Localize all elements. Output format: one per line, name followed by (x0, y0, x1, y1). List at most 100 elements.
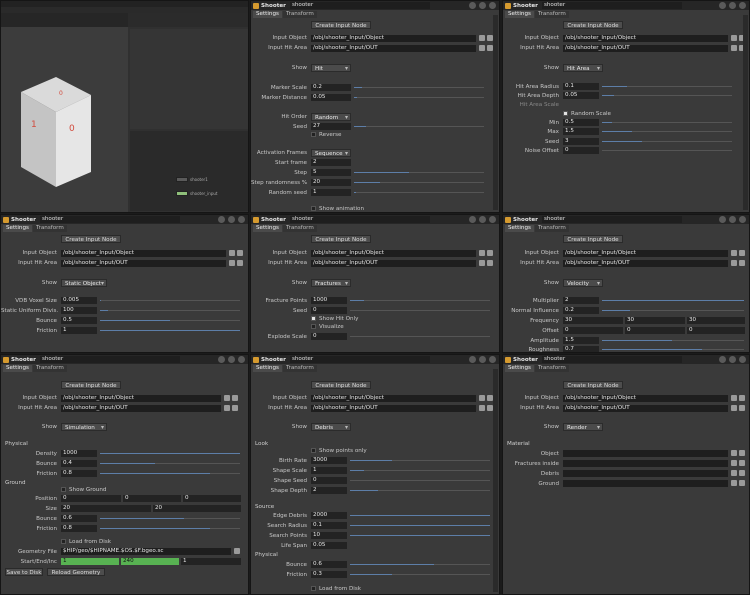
edge-slider[interactable] (350, 515, 490, 516)
gear-icon[interactable] (469, 356, 476, 363)
op-chooser-icon[interactable] (731, 260, 737, 266)
op-chooser-icon[interactable] (479, 45, 485, 51)
min-field[interactable]: 0.5 (563, 119, 599, 126)
random-seed-slider[interactable] (354, 192, 484, 193)
op-chooser-icon[interactable] (479, 35, 485, 41)
jump-icon[interactable] (739, 480, 745, 486)
bounce-field[interactable]: 0.4 (61, 460, 97, 467)
jump-icon[interactable] (237, 260, 243, 266)
node-name-field[interactable]: shooter (541, 2, 682, 9)
friction-field[interactable]: 0.3 (311, 571, 347, 578)
ground-friction-field[interactable]: 0.8 (61, 525, 97, 532)
jump-icon[interactable] (739, 470, 745, 476)
jump-icon[interactable] (739, 405, 745, 411)
friction-slider[interactable] (350, 574, 490, 575)
load-disk-checkbox[interactable] (61, 539, 66, 544)
tab-settings[interactable]: Settings (3, 365, 32, 372)
size-x-field[interactable]: 20 (61, 505, 151, 512)
create-input-button[interactable]: Create Input Node (61, 235, 121, 243)
step-rand-slider[interactable] (354, 182, 484, 183)
jump-icon[interactable] (739, 260, 745, 266)
op-chooser-icon[interactable] (479, 395, 485, 401)
normal-field[interactable]: 0.2 (563, 307, 599, 314)
geo-file-field[interactable]: $HIP/geo/$HIPNAME.$OS.$F.bgeo.sc (61, 548, 231, 555)
input-hit-field[interactable]: /obj/shooter_Input/OUT (311, 405, 476, 412)
fractures-material-field[interactable] (563, 460, 728, 467)
seed-field[interactable]: 27 (311, 123, 351, 130)
gear-icon[interactable] (719, 216, 726, 223)
sdf-slider[interactable] (100, 310, 240, 311)
show-menu[interactable]: Simulation (61, 423, 107, 432)
gear-icon[interactable] (719, 2, 726, 9)
node-name-field[interactable]: shooter (289, 356, 430, 363)
rough-field[interactable]: 0.7 (563, 346, 599, 352)
density-field[interactable]: 1000 (61, 450, 97, 457)
info-icon[interactable] (238, 356, 245, 363)
create-input-button[interactable]: Create Input Node (563, 21, 623, 29)
tab-transform[interactable]: Transform (282, 365, 317, 372)
marker-scale-slider[interactable] (354, 87, 484, 88)
scrollbar[interactable] (743, 15, 748, 210)
ground-material-field[interactable] (563, 480, 728, 487)
op-chooser-icon[interactable] (731, 460, 737, 466)
input-object-field[interactable]: /obj/shooter_Input/Object (311, 395, 476, 402)
show-menu[interactable]: Debris (311, 423, 351, 432)
shape-scale-slider[interactable] (350, 470, 490, 471)
explode-slider[interactable] (350, 336, 490, 337)
jump-icon[interactable] (487, 250, 493, 256)
help-icon[interactable] (479, 2, 486, 9)
help-icon[interactable] (729, 2, 736, 9)
max-slider[interactable] (602, 131, 732, 132)
op-chooser-icon[interactable] (229, 250, 235, 256)
op-chooser-icon[interactable] (731, 450, 737, 456)
shape-seed-slider[interactable] (350, 480, 490, 481)
step-slider[interactable] (354, 172, 484, 173)
birth-field[interactable]: 3000 (311, 457, 347, 464)
jump-icon[interactable] (739, 250, 745, 256)
shape-depth-slider[interactable] (350, 490, 490, 491)
input-hit-field[interactable]: /obj/shooter_Input/OUT (311, 45, 476, 52)
step-field[interactable]: 5 (311, 169, 351, 176)
visualize-checkbox[interactable] (311, 324, 316, 329)
end-field[interactable]: 240 (121, 558, 179, 565)
op-chooser-icon[interactable] (731, 480, 737, 486)
radius-field[interactable]: 0.1 (563, 83, 599, 90)
seed-slider[interactable] (350, 310, 490, 311)
info-icon[interactable] (238, 216, 245, 223)
create-input-button[interactable]: Create Input Node (311, 21, 371, 29)
bounce-field[interactable]: 0.6 (311, 561, 347, 568)
size-y-field[interactable]: 20 (153, 505, 241, 512)
create-input-button[interactable]: Create Input Node (61, 381, 121, 389)
op-chooser-icon[interactable] (731, 35, 737, 41)
show-ground-checkbox[interactable] (61, 487, 66, 492)
scrollbar[interactable] (493, 369, 498, 592)
search-points-slider[interactable] (350, 535, 490, 536)
max-field[interactable]: 1.5 (563, 128, 599, 135)
freq-z-field[interactable]: 30 (687, 317, 745, 324)
load-disk-checkbox[interactable] (311, 586, 316, 591)
info-icon[interactable] (739, 216, 746, 223)
gear-icon[interactable] (469, 2, 476, 9)
mult-field[interactable]: 2 (563, 297, 599, 304)
info-icon[interactable] (739, 2, 746, 9)
jump-icon[interactable] (237, 250, 243, 256)
help-icon[interactable] (479, 356, 486, 363)
freq-x-field[interactable]: 30 (563, 317, 623, 324)
input-hit-field[interactable]: /obj/shooter_Input/OUT (563, 260, 728, 267)
op-chooser-icon[interactable] (229, 260, 235, 266)
help-icon[interactable] (228, 216, 235, 223)
save-to-disk-button[interactable]: Save to Disk (5, 568, 43, 576)
create-input-button[interactable]: Create Input Node (311, 235, 371, 243)
seed-slider[interactable] (602, 141, 732, 142)
random-scale-checkbox[interactable] (563, 111, 568, 116)
vdb-field[interactable]: 0.005 (61, 297, 97, 304)
show-menu[interactable]: Hit (311, 64, 351, 73)
shape-seed-field[interactable]: 0 (311, 477, 347, 484)
ground-bounce-field[interactable]: 0.6 (61, 515, 97, 522)
op-chooser-icon[interactable] (731, 45, 737, 51)
friction-slider[interactable] (100, 330, 240, 331)
life-field[interactable]: 0.05 (311, 542, 347, 549)
scrollbar[interactable] (493, 15, 498, 210)
start-field[interactable]: 1 (61, 558, 119, 565)
position-z-field[interactable]: 0 (183, 495, 241, 502)
